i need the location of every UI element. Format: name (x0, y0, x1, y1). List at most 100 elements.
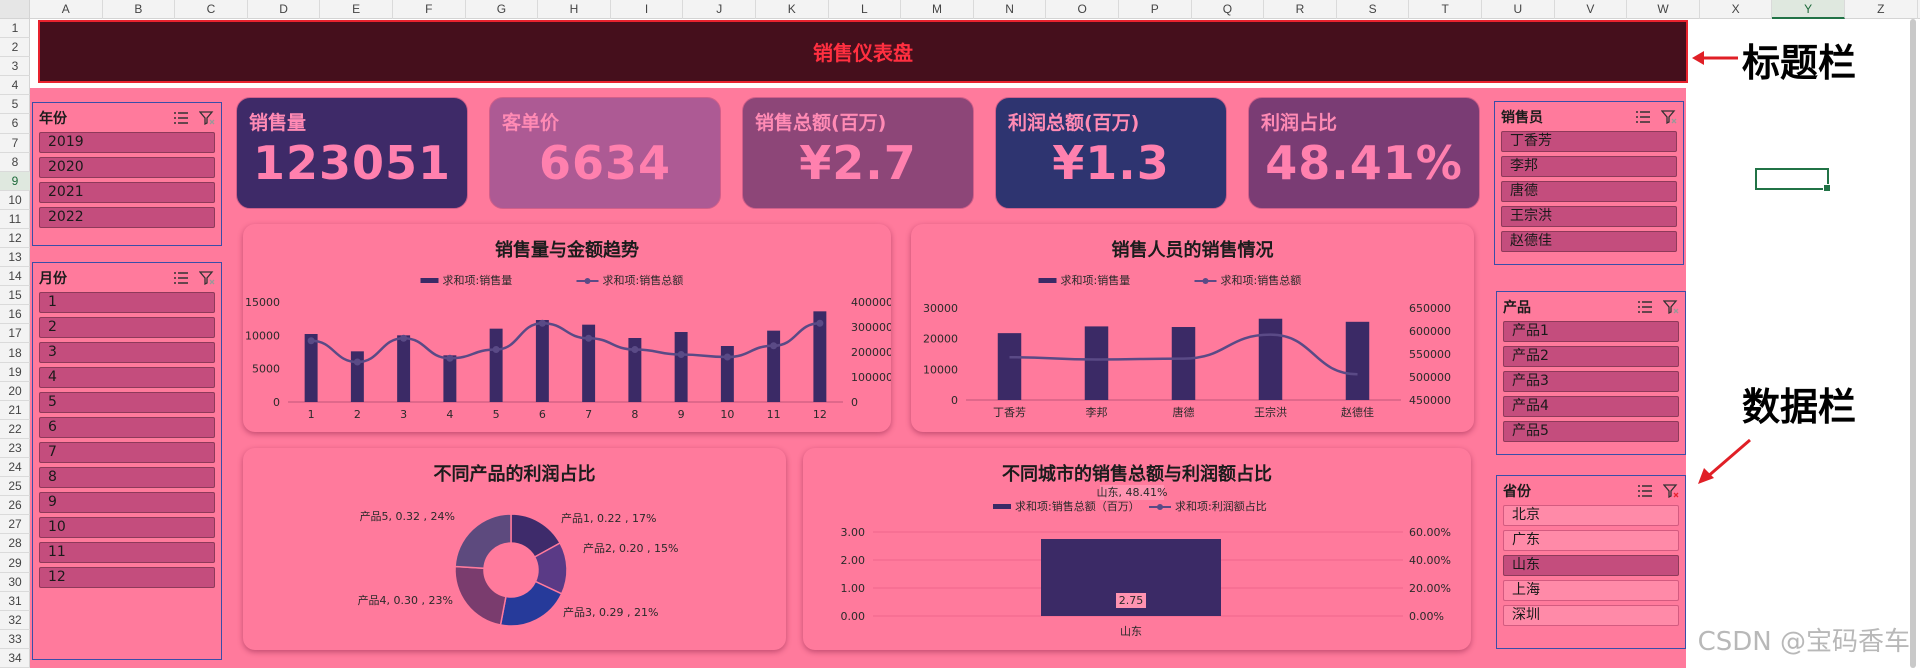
row-header-7[interactable]: 7 (0, 134, 30, 153)
slicer-item[interactable]: 广东 (1503, 530, 1679, 551)
row-header-4[interactable]: 4 (0, 76, 30, 96)
row-header-2[interactable]: 2 (0, 38, 30, 58)
multi-select-icon[interactable] (173, 270, 189, 286)
column-header-G[interactable]: G (466, 0, 539, 19)
column-header-N[interactable]: N (974, 0, 1047, 19)
product-profit-pie-panel[interactable]: 不同产品的利润占比 产品1, 0.22 , 17% 产品2, 0.20 , 15%… (243, 448, 786, 650)
scrollbar-thumb[interactable] (1910, 19, 1916, 668)
column-header-J[interactable]: J (683, 0, 756, 19)
row-header-24[interactable]: 24 (0, 458, 30, 478)
row-header-29[interactable]: 29 (0, 553, 30, 573)
row-header-6[interactable]: 6 (0, 114, 30, 134)
column-header-V[interactable]: V (1555, 0, 1628, 19)
row-header-27[interactable]: 27 (0, 515, 30, 535)
row-header-34[interactable]: 34 (0, 649, 30, 668)
column-header-P[interactable]: P (1119, 0, 1192, 19)
selected-cell[interactable] (1755, 168, 1831, 192)
slicer-item[interactable]: 深圳 (1503, 605, 1679, 626)
slicer-item[interactable]: 10 (39, 517, 215, 538)
column-header-I[interactable]: I (611, 0, 684, 19)
trend-chart-panel[interactable]: 销售量与金额趋势 求和项:销售量 求和项:销售总额 0 5000 10000 15000 0… (243, 224, 891, 432)
row-header-28[interactable]: 28 (0, 534, 30, 554)
slicer-item[interactable]: 赵德佳 (1501, 231, 1677, 252)
row-header-1[interactable]: 1 (0, 19, 30, 39)
multi-select-icon[interactable] (173, 110, 189, 126)
column-header-O[interactable]: O (1046, 0, 1119, 19)
multi-select-icon[interactable] (1637, 299, 1653, 315)
multi-select-icon[interactable] (1635, 109, 1651, 125)
row-header-9[interactable]: 9 (0, 171, 30, 191)
slicer-item[interactable]: 唐德 (1501, 181, 1677, 202)
slicer-item[interactable]: 产品2 (1503, 346, 1679, 367)
slicer-item[interactable]: 2021 (39, 182, 215, 203)
slicer-item[interactable]: 12 (39, 567, 215, 588)
clear-filter-icon[interactable] (199, 270, 215, 286)
column-header-R[interactable]: R (1264, 0, 1337, 19)
slicer-item[interactable]: 5 (39, 392, 215, 413)
row-header-25[interactable]: 25 (0, 477, 30, 497)
row-header-19[interactable]: 19 (0, 363, 30, 382)
slicer-item[interactable]: 产品1 (1503, 321, 1679, 342)
column-header-D[interactable]: D (248, 0, 321, 19)
column-header-F[interactable]: F (393, 0, 466, 19)
column-header-A[interactable]: A (30, 0, 103, 19)
row-header-5[interactable]: 5 (0, 95, 30, 115)
row-header-32[interactable]: 32 (0, 611, 30, 630)
column-header-X[interactable]: X (1700, 0, 1773, 19)
row-header-14[interactable]: 14 (0, 267, 30, 287)
slicer-item[interactable]: 产品4 (1503, 396, 1679, 417)
slicer-item[interactable]: 9 (39, 492, 215, 513)
select-all-corner[interactable] (0, 0, 30, 19)
multi-select-icon[interactable] (1637, 483, 1653, 499)
column-header-Z[interactable]: Z (1845, 0, 1918, 19)
row-header-26[interactable]: 26 (0, 496, 30, 516)
slicer-item[interactable]: 上海 (1503, 580, 1679, 601)
row-header-22[interactable]: 22 (0, 420, 30, 439)
row-header-11[interactable]: 11 (0, 210, 30, 229)
column-header-T[interactable]: T (1409, 0, 1482, 19)
clear-filter-icon[interactable] (1663, 299, 1679, 315)
row-header-15[interactable]: 15 (0, 286, 30, 306)
row-header-30[interactable]: 30 (0, 573, 30, 592)
slicer-item[interactable]: 1 (39, 292, 215, 313)
column-header-H[interactable]: H (538, 0, 611, 19)
column-header-W[interactable]: W (1627, 0, 1700, 19)
column-header-E[interactable]: E (320, 0, 393, 19)
column-header-Q[interactable]: Q (1192, 0, 1265, 19)
row-header-10[interactable]: 10 (0, 191, 30, 210)
slicer-item[interactable]: 6 (39, 417, 215, 438)
slicer-item[interactable]: 北京 (1503, 505, 1679, 526)
slicer-item[interactable]: 8 (39, 467, 215, 488)
row-header-18[interactable]: 18 (0, 344, 30, 363)
salesperson-chart-panel[interactable]: 销售人员的销售情况 求和项:销售量 求和项:销售总额 0 10000 20000 3000… (911, 224, 1474, 432)
slicer-item[interactable]: 2 (39, 317, 215, 338)
row-header-23[interactable]: 23 (0, 439, 30, 459)
slicer-item[interactable]: 王宗洪 (1501, 206, 1677, 227)
row-header-8[interactable]: 8 (0, 153, 30, 172)
slicer-item[interactable]: 7 (39, 442, 215, 463)
slicer-item[interactable]: 丁香芳 (1501, 131, 1677, 152)
row-header-17[interactable]: 17 (0, 324, 30, 344)
row-header-16[interactable]: 16 (0, 305, 30, 325)
column-header-M[interactable]: M (901, 0, 974, 19)
slicer-item[interactable]: 11 (39, 542, 215, 563)
slicer-item[interactable]: 产品5 (1503, 421, 1679, 442)
row-header-20[interactable]: 20 (0, 382, 30, 401)
slicer-item[interactable]: 4 (39, 367, 215, 388)
column-header-U[interactable]: U (1482, 0, 1555, 19)
slicer-item[interactable]: 山东 (1503, 555, 1679, 576)
column-header-S[interactable]: S (1337, 0, 1410, 19)
slicer-item[interactable]: 3 (39, 342, 215, 363)
row-header-12[interactable]: 12 (0, 229, 30, 249)
row-header-13[interactable]: 13 (0, 248, 30, 268)
column-header-Y[interactable]: Y (1772, 0, 1845, 19)
slicer-item[interactable]: 2019 (39, 132, 215, 153)
row-header-33[interactable]: 33 (0, 630, 30, 649)
slicer-item[interactable]: 2022 (39, 207, 215, 228)
clear-filter-icon[interactable] (199, 110, 215, 126)
column-header-B[interactable]: B (103, 0, 176, 19)
column-header-C[interactable]: C (175, 0, 248, 19)
vertical-scrollbar[interactable] (1906, 19, 1920, 668)
city-sales-chart-panel[interactable]: 不同城市的销售总额与利润额占比 山东, 48.41% 求和项:销售总额（百万） 求和… (803, 448, 1471, 650)
row-header-31[interactable]: 31 (0, 592, 30, 611)
